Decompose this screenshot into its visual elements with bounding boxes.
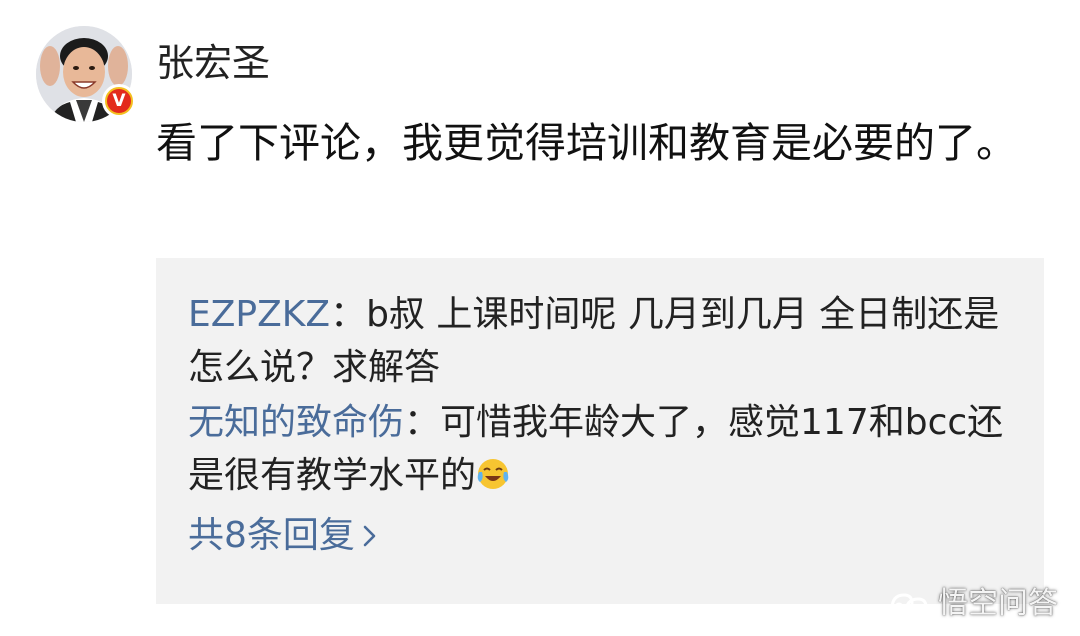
reply-item[interactable]: EZPZKZ：b叔 上课时间呢 几月到几月 全日制还是怎么说？求解答 [188,288,1012,394]
reply-author-name[interactable]: EZPZKZ [188,294,330,335]
wukong-logo-icon [890,593,928,616]
reply-item[interactable]: 无知的致命伤：可惜我年龄大了，感觉117和bcc还是很有教学水平的 [188,396,1012,502]
comment-author-name[interactable]: 张宏圣 [156,40,270,86]
comment-text: 看了下评论，我更觉得培训和教育是必要的了。 [156,119,1017,167]
verified-badge: V [102,84,136,118]
avatar[interactable]: V [36,26,136,122]
laugh-cry-emoji-icon [477,459,509,489]
view-all-replies-label: 共8条回复 [188,515,355,556]
watermark: 悟空问答 [886,584,1058,624]
reply-separator: ： [404,402,441,443]
verified-v-icon: V [105,87,133,115]
reply-author-name[interactable]: 无知的致命伤 [188,402,404,443]
replies-panel[interactable]: EZPZKZ：b叔 上课时间呢 几月到几月 全日制还是怎么说？求解答 无知的致命… [156,258,1044,604]
reply-separator: ： [330,294,367,335]
watermark-text: 悟空问答 [938,586,1058,621]
chevron-right-icon [363,525,376,547]
view-all-replies-link[interactable]: 共8条回复 [188,510,381,562]
